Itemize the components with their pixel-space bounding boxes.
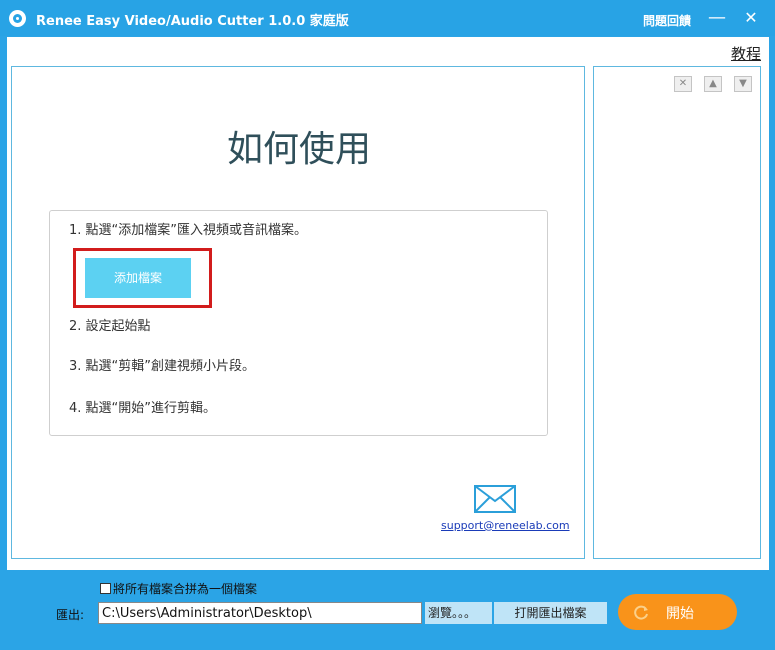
main-panel: 教程 如何使用 1. 點選“添加檔案”匯入視頻或音訊檔案。 添加檔案 2. 設定…	[7, 37, 769, 570]
remove-item-button[interactable]: ✕	[674, 76, 692, 92]
film-reel-icon	[9, 10, 26, 27]
support-email-link[interactable]: support@reneelab.com	[441, 519, 570, 532]
merge-label: 將所有檔案合拼為一個檔案	[113, 582, 258, 596]
feedback-link[interactable]: 問題回饋	[643, 12, 691, 29]
merge-option[interactable]: 將所有檔案合拼為一個檔案	[100, 580, 257, 597]
export-path-input[interactable]	[98, 602, 422, 624]
step-1-text: 1. 點選“添加檔案”匯入視頻或音訊檔案。	[69, 223, 308, 238]
step-3-text: 3. 點選“剪輯”創建視頻小片段。	[69, 359, 256, 374]
minimize-button[interactable]: —	[706, 6, 728, 30]
howto-title: 如何使用	[226, 129, 371, 170]
export-label: 匯出:	[56, 608, 85, 622]
browse-button[interactable]: 瀏覽。。。	[425, 602, 492, 624]
refresh-icon	[634, 605, 648, 620]
window-title: Renee Easy Video/Audio Cutter 1.0.0 家庭版	[36, 14, 349, 29]
close-button[interactable]: ✕	[740, 6, 762, 30]
title-bar: Renee Easy Video/Audio Cutter 1.0.0 家庭版 …	[0, 0, 775, 36]
merge-checkbox[interactable]	[100, 583, 111, 594]
move-down-button[interactable]: ▼	[734, 76, 752, 92]
envelope-icon[interactable]	[474, 485, 516, 513]
start-label: 開始	[666, 606, 694, 622]
add-file-button[interactable]: 添加檔案	[85, 258, 191, 298]
start-button[interactable]: 開始	[618, 594, 737, 630]
instructions-box: 1. 點選“添加檔案”匯入視頻或音訊檔案。 添加檔案 2. 設定起始點 3. 點…	[49, 210, 548, 436]
step-4-text: 4. 點選“開始”進行剪輯。	[69, 401, 217, 416]
open-export-folder-button[interactable]: 打開匯出檔案	[494, 602, 607, 624]
step-2-text: 2. 設定起始點	[69, 319, 151, 334]
move-up-button[interactable]: ▲	[704, 76, 722, 92]
side-panel: ✕ ▲ ▼	[593, 66, 761, 559]
file-list-area: 如何使用 1. 點選“添加檔案”匯入視頻或音訊檔案。 添加檔案 2. 設定起始點…	[11, 66, 585, 559]
tutorial-link[interactable]: 教程	[731, 43, 761, 64]
